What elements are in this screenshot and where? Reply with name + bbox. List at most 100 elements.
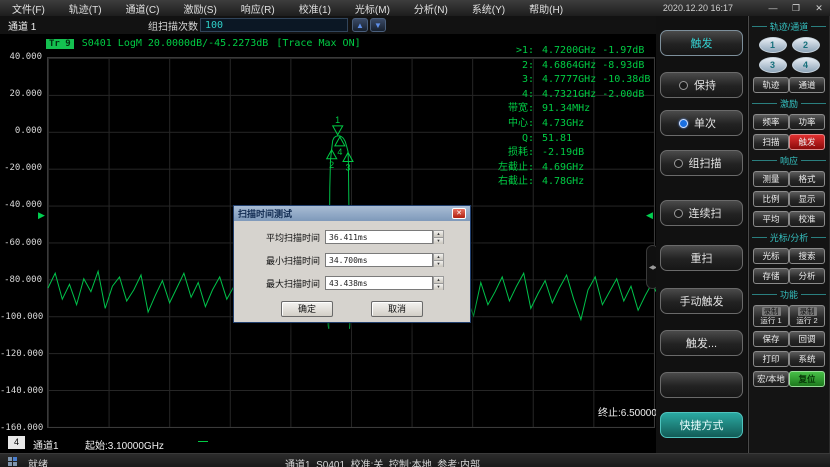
max-sweep-time-input[interactable]	[325, 276, 433, 290]
key-trace-3[interactable]: 3	[759, 57, 787, 73]
softkey-trigger-more[interactable]: 触发...	[660, 330, 743, 356]
trace-badge[interactable]: Tr 9	[46, 39, 74, 49]
key-record-run-2[interactable]: 录制运行 2	[789, 305, 825, 327]
dialog-close-button[interactable]: ✕	[452, 208, 466, 219]
marker-readout-value: 51.81	[542, 132, 650, 147]
menu-help[interactable]: 帮助(H)	[517, 1, 575, 16]
sweep-count-up-icon[interactable]: ▲	[352, 18, 368, 32]
section-trace-channel: 轨迹/通道	[752, 20, 826, 33]
softkey-group-sweep[interactable]: 组扫描	[660, 150, 743, 176]
key-sweep[interactable]: 扫描	[753, 134, 789, 150]
avg-sweep-time-row: 平均扫描时间 ▲▼	[242, 230, 462, 244]
menu-file[interactable]: 文件(F)	[0, 1, 57, 16]
ready-status-label: 就绪	[28, 456, 48, 467]
key-print[interactable]: 打印	[753, 351, 789, 367]
key-marker[interactable]: 光标	[753, 248, 789, 264]
key-trace[interactable]: 轨迹	[753, 77, 789, 93]
key-power[interactable]: 功率	[789, 114, 825, 130]
trace-number-box[interactable]: 4	[8, 436, 25, 449]
minimize-button[interactable]: —	[766, 3, 780, 13]
spinner-up-icon[interactable]: ▲	[434, 231, 443, 238]
softkey-hold[interactable]: 保持	[660, 72, 743, 98]
menu-trace[interactable]: 轨迹(T)	[57, 1, 114, 16]
key-measure[interactable]: 测量	[753, 171, 789, 187]
key-frequency[interactable]: 频率	[753, 114, 789, 130]
dialog-title: 扫描时间测试	[238, 207, 292, 220]
softkey-manual-trigger[interactable]: 手动触发	[660, 288, 743, 314]
dialog-titlebar[interactable]: 扫描时间测试 ✕	[234, 206, 470, 221]
softkey-continuous[interactable]: 连续扫	[660, 200, 743, 226]
key-average[interactable]: 平均	[753, 211, 789, 227]
marker-readout: >1:4.7200GHz -1.97dB 2:4.6864GHz -8.93dB…	[468, 44, 650, 190]
softkey-label: 重扫	[691, 250, 713, 266]
channel-tab[interactable]: 通道 1	[8, 18, 36, 33]
key-scale[interactable]: 比例	[753, 191, 789, 207]
marker-1-icon[interactable]	[333, 126, 343, 135]
ref-level-arrow-right[interactable]: ◀	[646, 210, 653, 220]
y-axis-label: 0.000	[0, 126, 42, 136]
key-preset[interactable]: 复位	[789, 371, 825, 387]
spinner-down-icon[interactable]: ▼	[434, 261, 443, 267]
avg-sweep-time-input[interactable]	[325, 230, 433, 244]
key-record-run-1[interactable]: 录制运行 1	[753, 305, 789, 327]
marker-readout-key: 损耗:	[468, 146, 534, 161]
min-sweep-time-row: 最小扫描时间 ▲▼	[242, 253, 462, 267]
key-macro-local[interactable]: 宏/本地	[753, 371, 789, 387]
softkey-single[interactable]: 单次	[660, 110, 743, 136]
marker-2-label: 2	[329, 160, 334, 170]
key-search[interactable]: 搜索	[789, 248, 825, 264]
spinner-down-icon[interactable]: ▼	[434, 284, 443, 290]
y-axis-label: -120.000	[0, 349, 42, 359]
section-title: 光标/分析	[770, 231, 809, 244]
key-trace-2[interactable]: 2	[792, 37, 820, 53]
sweep-count-down-icon[interactable]: ▼	[370, 18, 386, 32]
min-sweep-time-spinner[interactable]: ▲▼	[433, 253, 444, 267]
key-trace-4[interactable]: 4	[792, 57, 820, 73]
avg-sweep-time-spinner[interactable]: ▲▼	[433, 230, 444, 244]
menu-marker[interactable]: 光标(M)	[343, 1, 402, 16]
softkey-label: 快捷方式	[680, 417, 724, 433]
key-trace-1[interactable]: 1	[759, 37, 787, 53]
key-store[interactable]: 存储	[753, 268, 789, 284]
cancel-button[interactable]: 取消	[371, 301, 423, 317]
menu-channel[interactable]: 通道(C)	[114, 1, 172, 16]
spinner-up-icon[interactable]: ▲	[434, 254, 443, 261]
menu-analysis[interactable]: 分析(N)	[402, 1, 460, 16]
softkey-blank[interactable]	[660, 372, 743, 398]
section-function: 功能	[752, 288, 826, 301]
menu-stimulus[interactable]: 激励(S)	[171, 1, 228, 16]
titlebar-right: 2020.12.20 16:17 — ❐ ✕	[663, 0, 826, 16]
spinner-down-icon[interactable]: ▼	[434, 238, 443, 244]
y-axis-label: -60.000	[0, 238, 42, 248]
key-analysis[interactable]: 分析	[789, 268, 825, 284]
menu-calibration[interactable]: 校准(1)	[287, 1, 343, 16]
menu-response[interactable]: 响应(R)	[229, 1, 287, 16]
footer-channel-label: 通道1	[33, 437, 59, 452]
section-stimulus: 激励	[752, 97, 826, 110]
key-channel[interactable]: 通道	[789, 77, 825, 93]
menu-system[interactable]: 系统(Y)	[460, 1, 517, 16]
key-save[interactable]: 保存	[753, 331, 789, 347]
marker-readout-value: 4.7321GHz -2.00dB	[542, 88, 650, 103]
restore-button[interactable]: ❐	[789, 3, 803, 14]
close-button[interactable]: ✕	[812, 3, 826, 14]
key-recall[interactable]: 回调	[789, 331, 825, 347]
key-cal[interactable]: 校准	[789, 211, 825, 227]
key-system[interactable]: 系统	[789, 351, 825, 367]
ok-button[interactable]: 确定	[281, 301, 333, 317]
sweep-count-input[interactable]	[200, 18, 348, 32]
key-label: 运行 1	[760, 316, 781, 325]
softkey-resweep[interactable]: 重扫	[660, 245, 743, 271]
marker-readout-key: 右截止:	[468, 175, 534, 190]
min-sweep-time-input[interactable]	[325, 253, 433, 267]
spinner-up-icon[interactable]: ▲	[434, 277, 443, 284]
status-grid-icon[interactable]	[8, 457, 17, 466]
key-trigger[interactable]: 触发	[789, 134, 825, 150]
key-display[interactable]: 显示	[789, 191, 825, 207]
max-sweep-time-spinner[interactable]: ▲▼	[433, 276, 444, 290]
ref-level-arrow-left[interactable]: ▶	[38, 210, 45, 220]
softkey-shortcut[interactable]: 快捷方式	[660, 412, 743, 438]
key-format[interactable]: 格式	[789, 171, 825, 187]
sweep-time-test-dialog: 扫描时间测试 ✕ 平均扫描时间 ▲▼ 最小扫描时间 ▲▼ 最大扫描时间 ▲▼ 确…	[233, 205, 471, 323]
section-title: 功能	[780, 288, 798, 301]
